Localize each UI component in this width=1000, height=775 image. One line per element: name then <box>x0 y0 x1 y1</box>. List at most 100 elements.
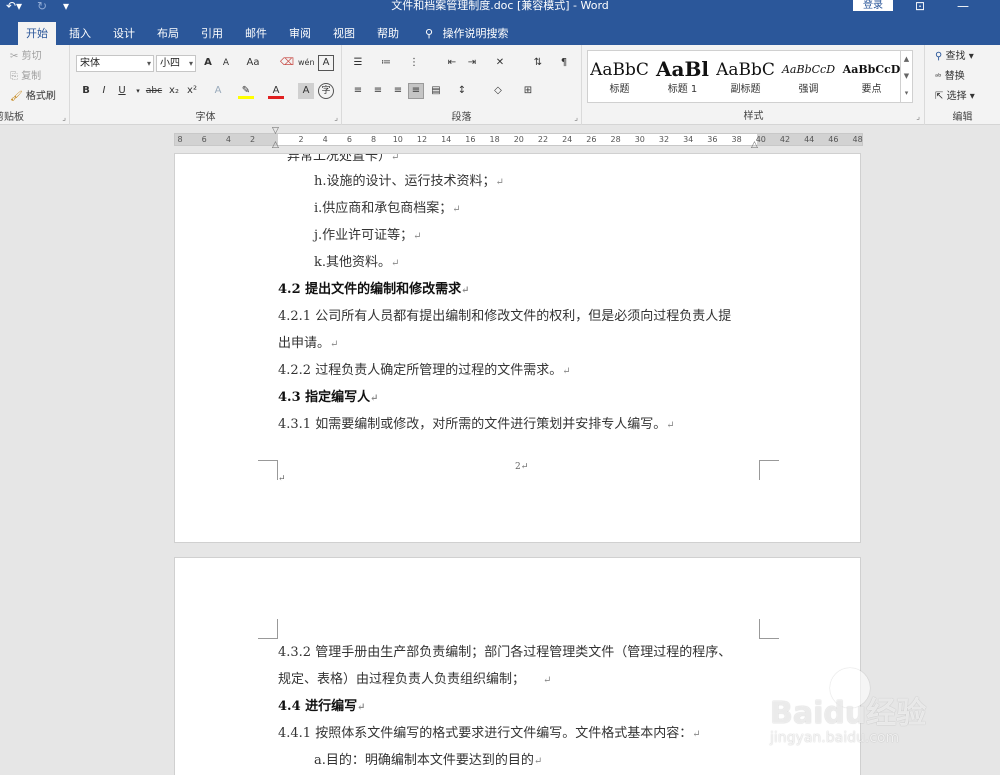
distributed-icon[interactable]: ▤ <box>428 83 444 99</box>
multilevel-list-icon[interactable]: ⋮ <box>406 55 422 71</box>
change-case-button[interactable]: Aa <box>242 55 264 71</box>
clear-formatting-icon[interactable]: ⌫ <box>279 55 295 71</box>
tab-mailings[interactable]: 邮件 <box>237 22 275 45</box>
ruler-tick-label: 2 <box>250 135 256 144</box>
format-painter-button[interactable]: 🖌 格式刷 <box>10 90 56 104</box>
clipboard-dialog-launcher-icon[interactable]: ⌟ <box>62 113 66 122</box>
sort-icon[interactable]: ⇅ <box>530 55 546 71</box>
more-styles-icon[interactable]: ▾ <box>901 85 912 102</box>
character-shading-button[interactable]: A <box>298 83 314 99</box>
line-text: a.目的：明确编制本文件要达到的目的 <box>314 753 534 768</box>
tab-help[interactable]: 帮助 <box>369 22 407 45</box>
tell-me-search[interactable]: ⚲ 操作说明搜索 <box>425 22 509 45</box>
crop-mark <box>258 460 278 480</box>
tell-me-label: 操作说明搜索 <box>442 27 509 40</box>
justify-icon[interactable]: ≡ <box>408 83 424 99</box>
highlight-color-icon[interactable]: ✎ <box>238 83 254 99</box>
login-button[interactable]: 登录 <box>853 0 893 11</box>
tab-design[interactable]: 设计 <box>105 22 143 45</box>
bold-button[interactable]: B <box>78 83 94 99</box>
font-name-combo[interactable]: 宋体 ▾ <box>76 55 154 72</box>
show-marks-icon[interactable]: ¶ <box>556 55 572 71</box>
strikethrough-button[interactable]: abc <box>144 83 164 99</box>
first-line-indent-marker[interactable]: ▽ <box>272 127 279 136</box>
right-indent-marker[interactable]: △ <box>751 141 758 150</box>
styles-dialog-launcher-icon[interactable]: ⌟ <box>916 112 920 121</box>
font-group: 宋体 ▾ 小四 ▾ A A Aa ⌫ wén A B I U ▾ abc x₂ … <box>70 45 342 125</box>
decrease-indent-icon[interactable]: ⇤ <box>444 55 460 71</box>
italic-button[interactable]: I <box>96 83 112 99</box>
chinese-layout-icon[interactable]: ✕ <box>492 55 508 71</box>
paragraph-mark: ↵ <box>391 153 400 163</box>
tab-review[interactable]: 审阅 <box>281 22 319 45</box>
styles-gallery-scroll[interactable]: ▲ ▼ ▾ <box>900 51 912 102</box>
style-subtitle[interactable]: AaBbC 副标题 <box>714 51 777 102</box>
line-spacing-icon[interactable]: ↕ <box>454 83 470 99</box>
style-name: 标题 <box>609 84 630 95</box>
character-border-button[interactable]: A <box>318 55 334 71</box>
style-heading-1[interactable]: AaBl 标题 1 <box>651 51 714 102</box>
copy-button[interactable]: ⎘ 复制 <box>10 70 41 84</box>
scroll-down-icon[interactable]: ▼ <box>901 68 912 85</box>
style-name: 强调 <box>798 84 819 95</box>
subscript-button[interactable]: x₂ <box>166 83 182 99</box>
find-button[interactable]: ⚲ 查找 ▾ <box>935 50 974 64</box>
ruler-tick-label: 4 <box>322 135 328 144</box>
bullets-icon[interactable]: ☰ <box>350 55 366 71</box>
styles-gallery: AaBbC 标题 AaBl 标题 1 AaBbC 副标题 AaBbCcD 强调 … <box>587 50 913 103</box>
scroll-up-icon[interactable]: ▲ <box>901 51 912 68</box>
style-strong[interactable]: AaBbCcD 要点 <box>840 51 903 102</box>
crop-mark <box>258 619 278 639</box>
tab-references[interactable]: 引用 <box>193 22 231 45</box>
enclose-characters-button[interactable]: 字 <box>318 83 334 99</box>
text-line: i.供应商和承包商档案；↵ <box>314 201 461 218</box>
paragraph-group: ☰ ≔ ⋮ ⇤ ⇥ ✕ ⇅ ¶ ≡ ≡ ≡ ≡ ▤ ↕ ◇ ⊞ 段落 ⌟ <box>342 45 582 125</box>
font-color-button[interactable]: A <box>268 83 284 99</box>
tab-layout[interactable]: 布局 <box>149 22 187 45</box>
paragraph-mark: ↵ <box>278 474 286 484</box>
underline-button[interactable]: U <box>114 83 130 99</box>
document-page[interactable]: 异常工况处置卡）↵ h.设施的设计、运行技术资料；↵ i.供应商和承包商档案；↵… <box>174 153 861 543</box>
tab-home[interactable]: 开始 <box>18 22 56 45</box>
hanging-indent-marker[interactable]: △ <box>272 141 279 150</box>
replace-button[interactable]: ᵃᵇ 替换 <box>935 70 965 84</box>
ruler-tick-label: 8 <box>371 135 377 144</box>
cut-button[interactable]: ✂ 剪切 <box>10 50 42 64</box>
style-title[interactable]: AaBbC 标题 <box>588 51 651 102</box>
text-line: 出申请。↵ <box>278 336 338 353</box>
font-size-combo[interactable]: 小四 ▾ <box>156 55 196 72</box>
ribbon-display-options-icon[interactable]: ⊡ <box>915 0 925 12</box>
font-group-label: 字体 <box>195 112 216 123</box>
superscript-button[interactable]: x² <box>184 83 200 99</box>
shrink-font-button[interactable]: A <box>218 55 234 71</box>
paragraph-mark: ↵ <box>370 393 379 404</box>
align-center-icon[interactable]: ≡ <box>370 83 386 99</box>
document-page[interactable]: 4.3.2 管理手册由生产部负责编制；部门各过程管理类文件（管理过程的程序、 规… <box>174 557 861 775</box>
paragraph-group-label: 段落 <box>451 112 472 123</box>
line-text: 4.3.2 管理手册由生产部负责编制；部门各过程管理类文件（管理过程的程序、 <box>278 645 732 660</box>
align-right-icon[interactable]: ≡ <box>390 83 406 99</box>
increase-indent-icon[interactable]: ⇥ <box>464 55 480 71</box>
phonetic-guide-button[interactable]: wén <box>298 55 315 71</box>
text-effects-button[interactable]: A <box>210 83 226 99</box>
grow-font-button[interactable]: A <box>200 55 216 71</box>
font-dialog-launcher-icon[interactable]: ⌟ <box>334 113 338 122</box>
style-sample: AaBbCcD <box>842 63 901 76</box>
tab-view[interactable]: 视图 <box>325 22 363 45</box>
horizontal-ruler[interactable]: 8 6 4 2 2 4 6 8 10 12 14 16 18 20 22 24 26 28 30 32 34 36 38 40… <box>0 126 1000 153</box>
borders-icon[interactable]: ⊞ <box>520 83 536 99</box>
section-heading: 4.3 指定编写人↵ <box>278 390 379 407</box>
page-number: 2↵ <box>515 462 529 472</box>
style-emphasis[interactable]: AaBbCcD 强调 <box>777 51 840 102</box>
shading-icon[interactable]: ◇ <box>490 83 506 99</box>
minimize-icon[interactable]: — <box>957 0 969 12</box>
ruler-tick-label: 6 <box>346 135 352 144</box>
select-button[interactable]: ⇱ 选择 ▾ <box>935 90 975 104</box>
line-text: 4.4.1 按照体系文件编写的格式要求进行文件编写。文件格式基本内容： <box>278 726 693 741</box>
align-left-icon[interactable]: ≡ <box>350 83 366 99</box>
tab-insert[interactable]: 插入 <box>61 22 99 45</box>
paragraph-dialog-launcher-icon[interactable]: ⌟ <box>574 113 578 122</box>
ruler-tick-label: 12 <box>416 135 428 144</box>
numbering-icon[interactable]: ≔ <box>378 55 394 71</box>
ruler-tick-label: 24 <box>562 135 573 144</box>
